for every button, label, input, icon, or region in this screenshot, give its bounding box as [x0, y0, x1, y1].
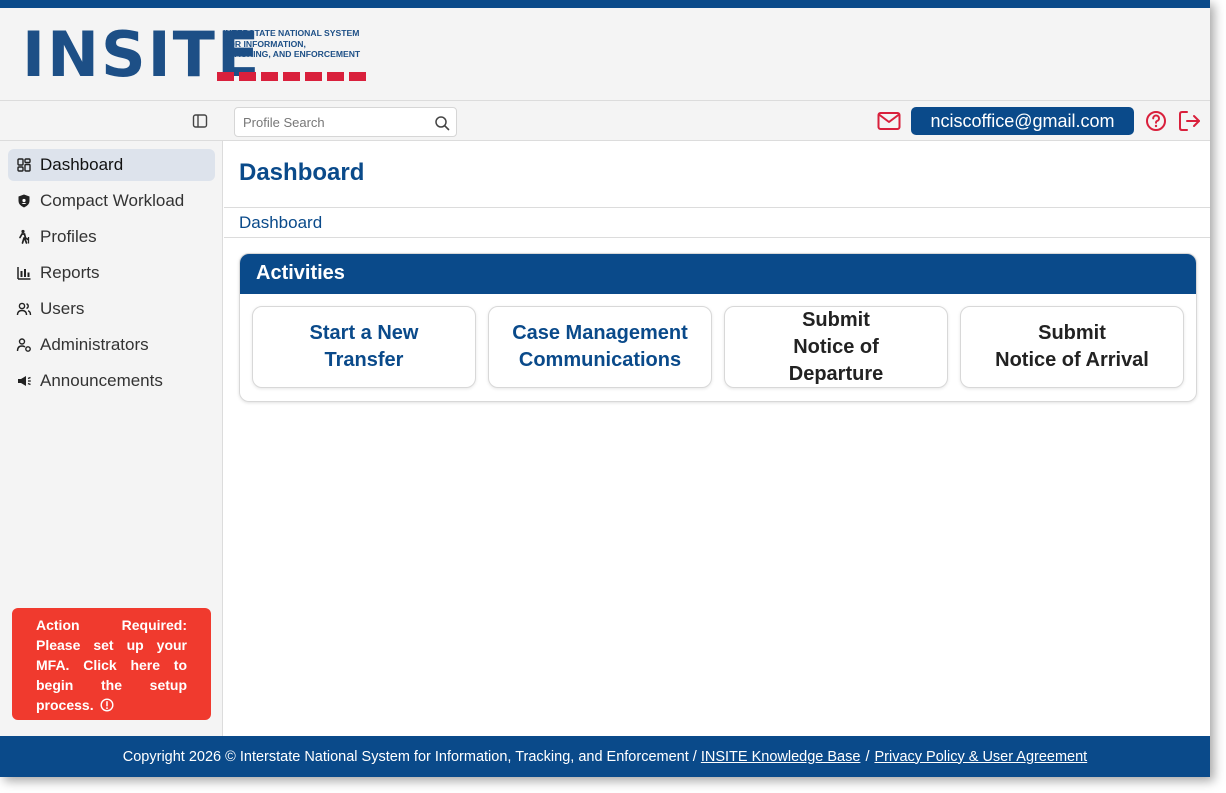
mail-icon[interactable] [877, 111, 901, 131]
start-new-transfer-button[interactable]: Start a New Transfer [252, 306, 476, 388]
divider [224, 237, 1210, 238]
card-label: Case Management Communications [512, 322, 688, 371]
main-content: Dashboard Dashboard Activities Start a N… [224, 141, 1210, 736]
sidebar-item-label: Announcements [40, 371, 163, 390]
sidebar-item-label: Compact Workload [40, 191, 185, 210]
case-management-communications-button[interactable]: Case Management Communications [488, 306, 712, 388]
sidebar-item-announcements[interactable]: Announcements [8, 365, 215, 397]
profile-search-input[interactable] [243, 113, 428, 131]
sidebar-item-administrators[interactable]: Administrators [8, 329, 215, 361]
megaphone-icon [18, 376, 31, 386]
dashboard-grid-icon [17, 158, 31, 172]
mfa-setup-alert[interactable]: Action Required: Please set up your MFA.… [12, 608, 211, 720]
top-accent-strip [0, 0, 1210, 8]
shield-icon [18, 194, 30, 208]
app-header: INSITE INTERSTATE NATIONAL SYSTEM FOR IN… [0, 8, 1210, 101]
activities-title: Activities [256, 262, 345, 284]
app-window: INSITE INTERSTATE NATIONAL SYSTEM FOR IN… [0, 0, 1210, 777]
sidebar-item-label: Reports [40, 263, 100, 282]
knowledge-base-link[interactable]: INSITE Knowledge Base [701, 749, 861, 765]
activities-header: Activities [240, 254, 1196, 294]
sidebar-toggle-icon[interactable] [192, 113, 208, 129]
submit-notice-of-arrival-button[interactable]: Submit Notice of Arrival [960, 306, 1184, 388]
sidebar-item-label: Dashboard [40, 155, 124, 174]
logo-red-dashes [217, 72, 366, 81]
divider [224, 207, 1210, 208]
logo-tagline: INTERSTATE NATIONAL SYSTEM FOR INFORMATI… [223, 28, 361, 59]
footer-separator: / [865, 748, 870, 765]
breadcrumb[interactable]: Dashboard [239, 213, 322, 233]
sidebar-item-label: Profiles [40, 227, 97, 246]
footer: Copyright 2026 © Interstate National Sys… [0, 736, 1210, 777]
toolbar: nciscoffice@gmail.com [0, 101, 1210, 141]
activities-panel: Activities Start a New Transfer Case Man… [239, 253, 1197, 402]
admin-user-icon [16, 338, 31, 352]
profile-search-box[interactable] [234, 107, 457, 137]
users-icon [16, 302, 32, 316]
card-label: Start a New Transfer [309, 322, 419, 371]
card-label: Submit Notice of Arrival [995, 322, 1149, 371]
user-email-button[interactable]: nciscoffice@gmail.com [911, 107, 1134, 135]
privacy-policy-link[interactable]: Privacy Policy & User Agreement [874, 749, 1087, 765]
sidebar-item-users[interactable]: Users [8, 293, 215, 325]
alert-circle-icon [100, 698, 114, 712]
page-title: Dashboard [239, 159, 365, 186]
insite-logo[interactable]: INSITE INTERSTATE NATIONAL SYSTEM FOR IN… [22, 24, 368, 86]
sidebar-item-dashboard[interactable]: Dashboard [8, 149, 215, 181]
sidebar-item-compact-workload[interactable]: Compact Workload [8, 185, 215, 217]
sidebar-item-label: Administrators [40, 335, 149, 354]
sidebar-item-label: Users [40, 299, 85, 318]
sidebar: Dashboard Compact Workload Profiles Repo… [0, 141, 223, 736]
help-icon[interactable] [1145, 110, 1167, 132]
logout-icon[interactable] [1178, 110, 1202, 132]
search-icon[interactable] [434, 115, 450, 131]
sidebar-item-reports[interactable]: Reports [8, 257, 215, 289]
bar-chart-icon [17, 267, 31, 280]
walking-person-icon [19, 229, 30, 244]
card-label: Submit Notice of Departure [788, 308, 884, 385]
footer-copyright: Copyright 2026 © Interstate National Sys… [122, 748, 697, 765]
sidebar-item-profiles[interactable]: Profiles [8, 221, 215, 253]
submit-notice-of-departure-button[interactable]: Submit Notice of Departure [724, 306, 948, 388]
